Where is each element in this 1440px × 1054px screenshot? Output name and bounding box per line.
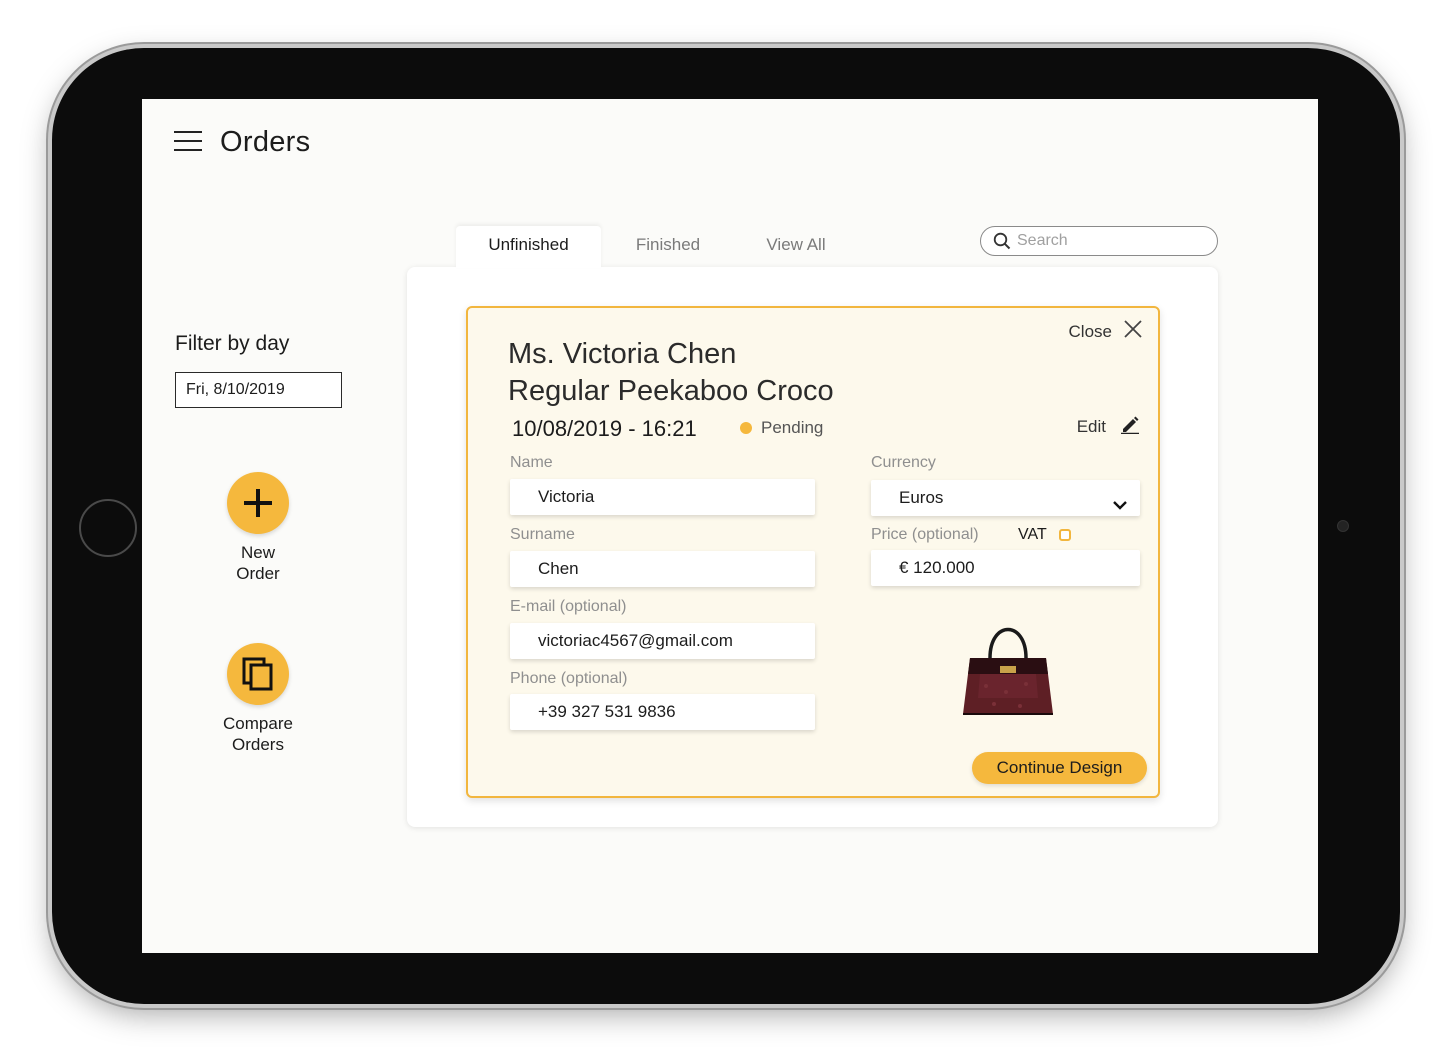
status-badge: Pending (740, 418, 823, 438)
compare-orders-button[interactable]: Compare Orders (198, 643, 318, 755)
vat-toggle[interactable]: VAT (1018, 526, 1071, 544)
camera-lens (1337, 520, 1349, 532)
name-label: Name (510, 454, 553, 471)
status-dot-icon (740, 422, 752, 434)
price-label: Price (optional) (871, 526, 979, 543)
currency-select[interactable]: Euros (871, 480, 1140, 516)
continue-design-button[interactable]: Continue Design (972, 752, 1147, 784)
currency-label: Currency (871, 454, 936, 471)
handbag-image (960, 614, 1056, 721)
compare-orders-label: Compare Orders (223, 714, 293, 754)
filter-label: Filter by day (175, 332, 290, 355)
status-text: Pending (761, 418, 824, 437)
close-button[interactable]: Close (1069, 320, 1142, 343)
edit-label: Edit (1076, 416, 1106, 436)
search-bar[interactable] (980, 226, 1218, 256)
vat-label: VAT (1018, 526, 1047, 543)
surname-label: Surname (510, 526, 575, 543)
copy-icon (227, 643, 289, 705)
home-button[interactable] (79, 499, 137, 557)
date-filter-input[interactable]: Fri, 8/10/2019 (175, 372, 342, 408)
search-icon (993, 232, 1011, 255)
new-order-label: New Order (236, 543, 280, 583)
product-name: Regular Peekaboo Croco (508, 375, 834, 407)
new-order-button[interactable]: New Order (198, 472, 318, 584)
menu-icon[interactable] (174, 131, 202, 151)
email-label: E-mail (optional) (510, 598, 627, 615)
search-input[interactable] (1017, 230, 1207, 252)
tab-view-all[interactable]: View All (746, 226, 846, 268)
order-detail-card: Close Ms. Victoria Chen Regular Peekaboo… (466, 306, 1160, 798)
price-field[interactable]: € 120.000 (871, 550, 1140, 586)
phone-label: Phone (optional) (510, 670, 628, 687)
page-title: Orders (220, 126, 311, 158)
phone-field[interactable]: +39 327 531 9836 (510, 694, 815, 730)
pencil-icon (1120, 414, 1140, 439)
plus-icon (227, 472, 289, 534)
chevron-down-icon (1112, 490, 1128, 526)
tab-unfinished[interactable]: Unfinished (456, 226, 601, 268)
close-label: Close (1068, 321, 1112, 341)
app-screen: Orders Filter by day Fri, 8/10/2019 New … (142, 99, 1318, 953)
edit-button[interactable]: Edit (1077, 414, 1140, 439)
tab-finished[interactable]: Finished (618, 226, 718, 268)
order-datetime: 10/08/2019 - 16:21 (512, 416, 697, 441)
close-icon (1124, 320, 1142, 343)
vat-checkbox[interactable] (1058, 529, 1071, 541)
currency-value: Euros (899, 488, 944, 507)
surname-field[interactable]: Chen (510, 551, 815, 587)
email-field[interactable]: victoriac4567@gmail.com (510, 623, 815, 659)
name-field[interactable]: Victoria (510, 479, 815, 515)
customer-name: Ms. Victoria Chen (508, 338, 737, 370)
